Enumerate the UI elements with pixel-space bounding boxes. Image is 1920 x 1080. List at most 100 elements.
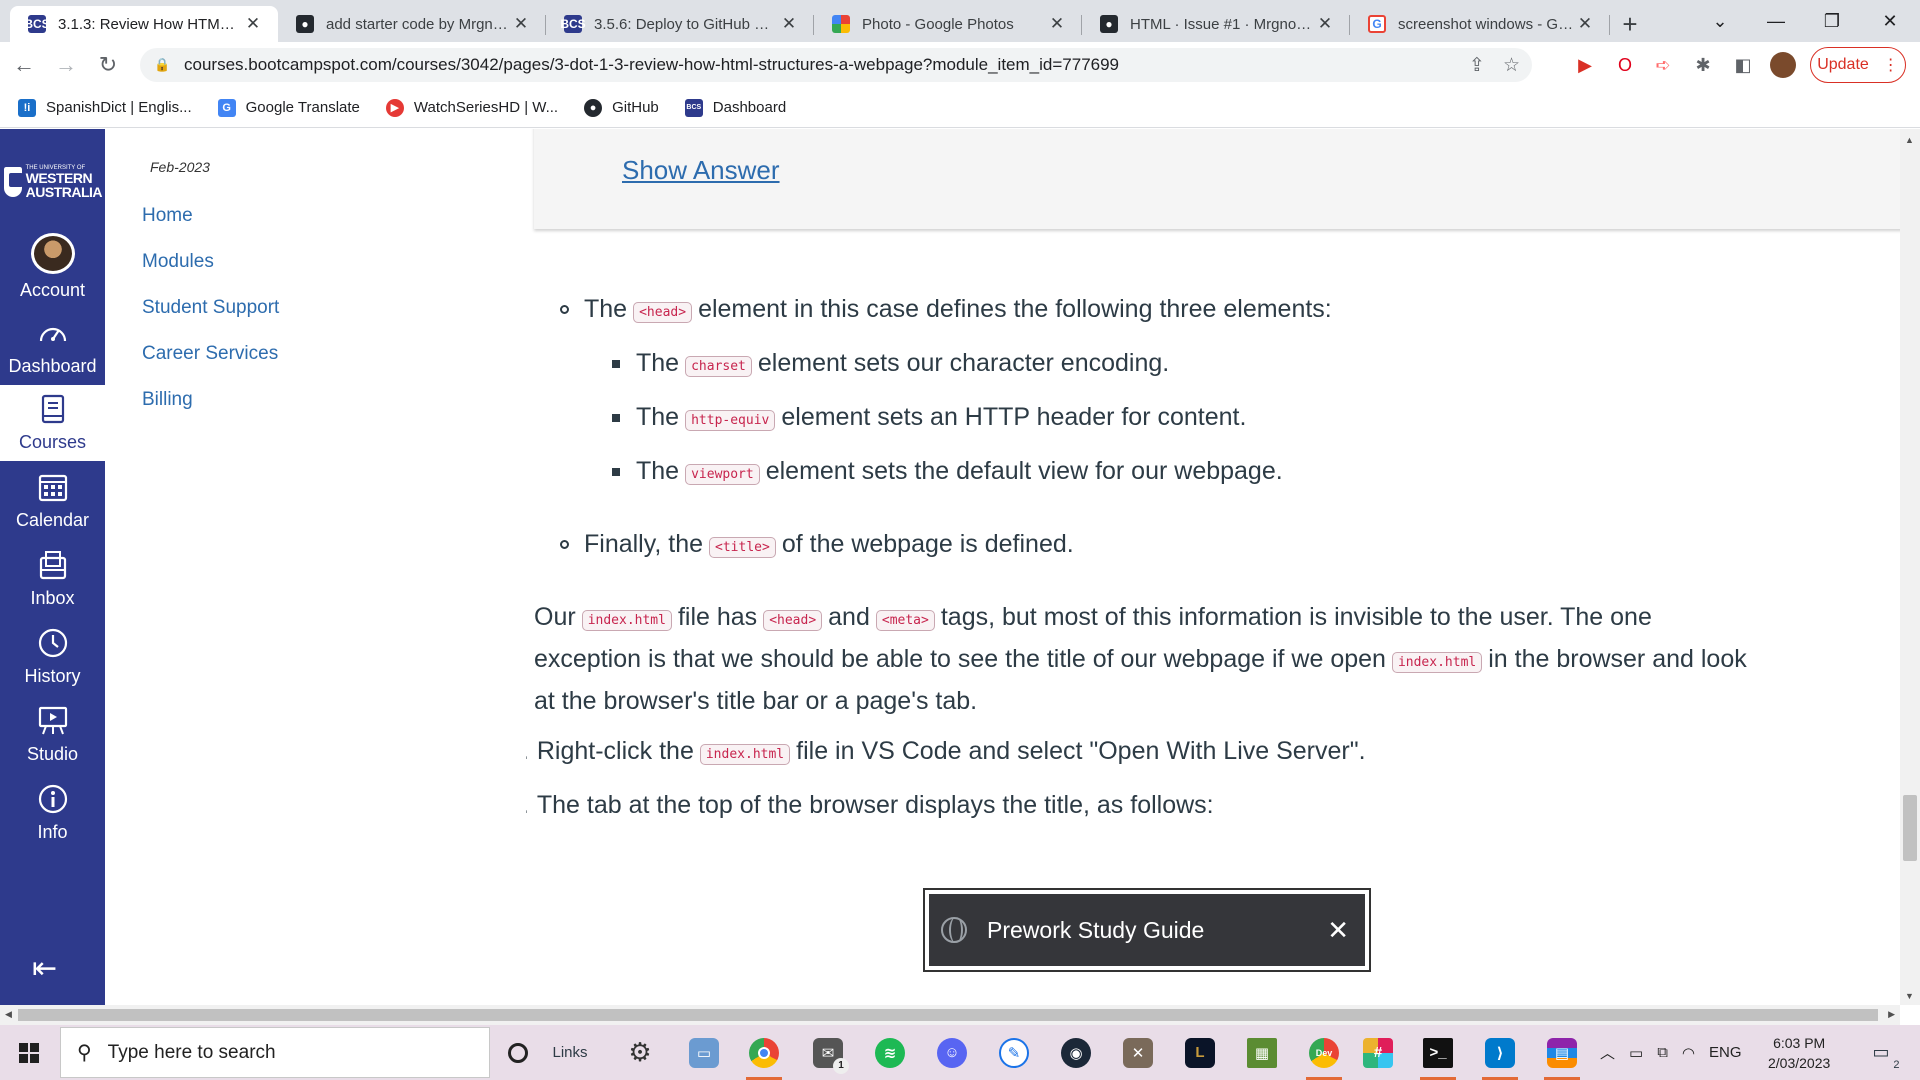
extensions-puzzle-icon[interactable]: ✱	[1688, 50, 1718, 80]
taskbar-search-input[interactable]: ⚲ Type here to search	[60, 1027, 490, 1078]
address-bar[interactable]: 🔒 courses.bootcampspot.com/courses/3042/…	[140, 48, 1532, 82]
tab-search-chevron-icon[interactable]: ⌄	[1692, 0, 1748, 42]
uwa-logo[interactable]: THE UNIVERSITY OF WESTERN AUSTRALIA	[4, 163, 103, 201]
reload-icon[interactable]: ↻	[90, 47, 126, 83]
bookmark-google-translate[interactable]: G Google Translate	[217, 98, 360, 117]
slack-icon[interactable]: #	[1350, 1025, 1406, 1080]
vertical-scrollbar[interactable]: ▲ ▼	[1900, 129, 1920, 1005]
back-arrow-icon[interactable]: ←	[6, 47, 42, 83]
text: The	[636, 403, 680, 431]
close-tab-icon[interactable]: ✕	[510, 14, 532, 34]
horizontal-scrollbar[interactable]: ◀ ▶	[0, 1005, 1900, 1025]
course-nav-billing[interactable]: Billing	[142, 389, 193, 411]
global-nav-dashboard[interactable]: Dashboard	[0, 309, 105, 385]
spotify-icon[interactable]: ≋	[862, 1025, 918, 1080]
close-tab-icon[interactable]: ✕	[1046, 14, 1068, 34]
text: element sets our character encoding.	[757, 349, 1170, 377]
language-indicator[interactable]: ENG	[1709, 1044, 1742, 1061]
close-window-icon[interactable]: ✕	[1862, 0, 1918, 42]
google-photos-icon	[832, 15, 850, 33]
minecraft-icon[interactable]: ▦	[1234, 1025, 1290, 1080]
text: file has	[677, 603, 758, 631]
show-answer-link[interactable]: Show Answer	[622, 155, 780, 186]
league-of-legends-icon[interactable]: L	[1172, 1025, 1228, 1080]
scroll-thumb[interactable]	[1903, 795, 1917, 861]
battery-icon[interactable]: ▭	[1629, 1044, 1643, 1062]
scroll-up-icon[interactable]: ▲	[1905, 135, 1914, 145]
scroll-down-icon[interactable]: ▼	[1905, 991, 1914, 1001]
restore-icon[interactable]: ❐	[1804, 0, 1860, 42]
text: The tab at the top of the browser displa…	[536, 791, 1214, 819]
steam-icon[interactable]: ◉	[1048, 1025, 1104, 1080]
file-explorer-icon[interactable]: ▭	[676, 1025, 732, 1080]
bookmark-github[interactable]: ● GitHub	[584, 98, 659, 117]
terminal-icon[interactable]: >_	[1410, 1025, 1466, 1080]
global-nav-courses[interactable]: Courses	[0, 385, 105, 461]
extension-red-icon[interactable]: ▶	[1570, 50, 1600, 80]
browser-tab[interactable]: ● HTML · Issue #1 · Mrgnoble ✕	[1082, 6, 1350, 42]
bootcamp-icon: BCS	[684, 98, 703, 117]
profile-avatar-icon[interactable]	[1768, 50, 1798, 80]
links-toolbar[interactable]: Links	[542, 1025, 598, 1080]
browser-tab-strip: BCS 3.1.3: Review How HTML Structures a …	[0, 0, 1920, 42]
close-tab-icon[interactable]: ✕	[1574, 14, 1596, 34]
text: of the webpage is defined.	[781, 530, 1074, 558]
tab-title: Photo - Google Photos	[862, 15, 1014, 33]
discord-icon[interactable]: ☺	[924, 1025, 980, 1080]
share-icon[interactable]: ⇪	[1469, 54, 1485, 77]
settings-gear-icon[interactable]: ⚙	[612, 1025, 668, 1080]
text: The	[636, 349, 680, 377]
update-button[interactable]: Update ⋮	[1810, 47, 1906, 83]
mail-icon[interactable]: ✉ 1	[800, 1025, 856, 1080]
chrome-dev-icon[interactable]: Dev	[1296, 1025, 1352, 1080]
scroll-right-icon[interactable]: ▶	[1888, 1009, 1895, 1020]
vscode-icon[interactable]: ⟩	[1472, 1025, 1528, 1080]
cortana-icon[interactable]	[490, 1025, 546, 1080]
browser-tab[interactable]: G screenshot windows - Google Search ✕	[1350, 6, 1610, 42]
text: at the browser's title bar or a page's t…	[534, 687, 978, 715]
bookmark-watchseries[interactable]: ▶ WatchSeriesHD | W...	[385, 98, 558, 117]
taskbar-clock[interactable]: 6:03 PM 2/03/2023	[1768, 1033, 1830, 1073]
extension-share-icon[interactable]: ➪	[1648, 50, 1678, 80]
close-tab-icon[interactable]: ✕	[778, 14, 800, 34]
scroll-left-icon[interactable]: ◀	[5, 1009, 12, 1020]
global-nav-calendar[interactable]: Calendar	[0, 463, 105, 539]
close-tab-icon[interactable]: ✕	[1314, 14, 1336, 34]
paragraph-line: exception is that we should be able to s…	[534, 645, 1747, 674]
show-hidden-icons-icon[interactable]: ︿	[1600, 1042, 1615, 1063]
browser-tab[interactable]: Photo - Google Photos ✕	[814, 6, 1082, 42]
inline-code: charset	[685, 356, 752, 377]
start-button[interactable]	[0, 1025, 58, 1080]
close-tab-icon[interactable]: ✕	[242, 14, 264, 34]
winrar-icon[interactable]: ▤	[1534, 1025, 1590, 1080]
text: element sets an HTTP header for content.	[781, 403, 1247, 431]
minimize-icon[interactable]: —	[1748, 0, 1804, 42]
forward-arrow-icon[interactable]: →	[48, 47, 84, 83]
side-panel-icon[interactable]: ◧	[1728, 50, 1758, 80]
global-nav-history[interactable]: History	[0, 619, 105, 695]
global-nav-inbox[interactable]: Inbox	[0, 541, 105, 617]
global-nav-studio[interactable]: Studio	[0, 697, 105, 773]
chrome-icon[interactable]	[736, 1025, 792, 1080]
course-nav-home[interactable]: Home	[142, 205, 193, 227]
bookmark-spanishdict[interactable]: !i SpanishDict | Englis...	[18, 98, 192, 117]
browser-tab[interactable]: BCS 3.5.6: Deploy to GitHub Pages ✕	[546, 6, 814, 42]
global-nav-info[interactable]: Info	[0, 775, 105, 851]
new-tab-button[interactable]: +	[1610, 6, 1650, 42]
global-nav-account[interactable]: Account	[0, 233, 105, 309]
browser-tab[interactable]: BCS 3.1.3: Review How HTML Structures a …	[10, 6, 278, 42]
bookmark-dashboard[interactable]: BCS Dashboard	[684, 98, 786, 117]
course-nav-modules[interactable]: Modules	[142, 251, 214, 273]
display-icon[interactable]: ⧉	[1657, 1044, 1668, 1061]
bookmark-star-icon[interactable]: ☆	[1503, 54, 1520, 77]
wifi-icon[interactable]: ◠	[1682, 1044, 1695, 1062]
game-icon[interactable]: ✕	[1110, 1025, 1166, 1080]
browser-tab[interactable]: ● add starter code by Mrgnoble ✕	[278, 6, 546, 42]
course-nav-student-support[interactable]: Student Support	[142, 297, 279, 319]
app-blue-icon[interactable]: ✎	[986, 1025, 1042, 1080]
collapse-nav-icon[interactable]: ⇤	[32, 951, 57, 986]
scroll-thumb[interactable]	[18, 1009, 1878, 1021]
opera-icon[interactable]: O	[1610, 50, 1640, 80]
notification-center-icon[interactable]: ▭ 2	[1866, 1037, 1899, 1071]
course-nav-career-services[interactable]: Career Services	[142, 343, 278, 365]
